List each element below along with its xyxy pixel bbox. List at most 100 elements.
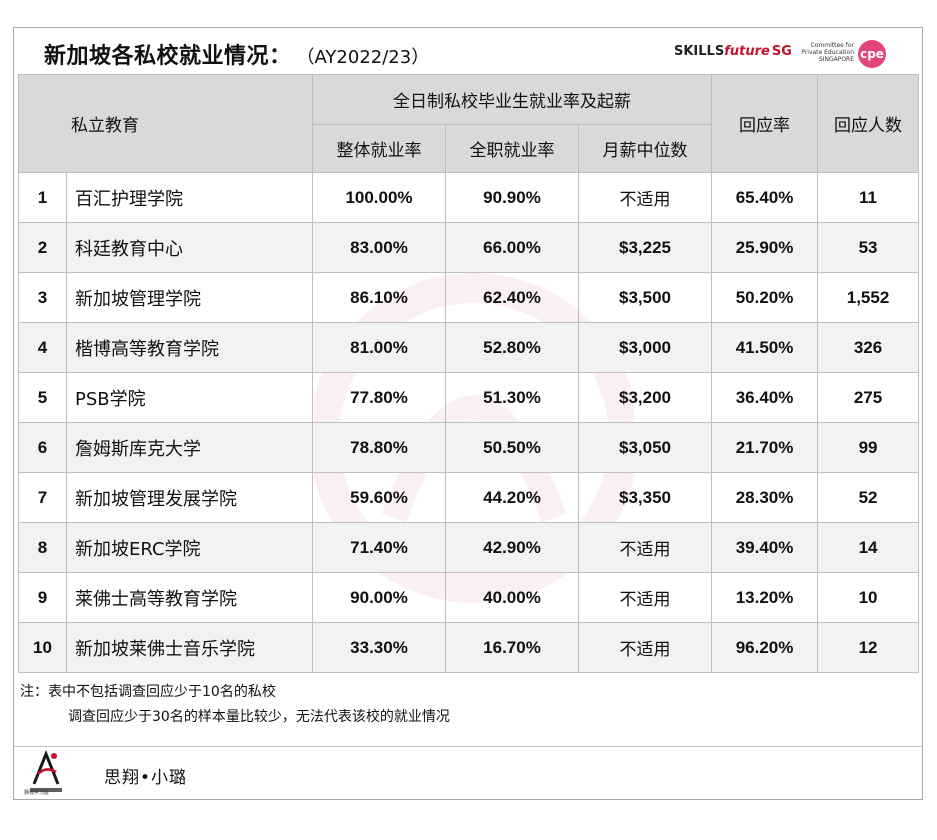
row-fulltime: 51.30% bbox=[445, 372, 579, 423]
row-school: 新加坡管理学院 bbox=[66, 272, 313, 323]
row-salary: $3,350 bbox=[577, 472, 713, 523]
row-school: 百汇护理学院 bbox=[66, 172, 313, 223]
row-rate: 50.20% bbox=[711, 272, 819, 323]
row-school: 詹姆斯库克大学 bbox=[66, 422, 313, 473]
table-row: 10 新加坡莱佛士音乐学院 33.30% 16.70% 不适用 96.20% 1… bbox=[18, 622, 920, 673]
table-row: 9 莱佛士高等教育学院 90.00% 40.00% 不适用 13.20% 10 bbox=[18, 572, 920, 623]
row-rank: 9 bbox=[18, 572, 67, 623]
page-title: 新加坡各私校就业情况： （AY2022/23） bbox=[44, 38, 429, 70]
row-rank: 1 bbox=[18, 172, 67, 223]
row-count: 14 bbox=[817, 522, 920, 573]
row-salary: $3,200 bbox=[577, 372, 713, 423]
row-rank: 7 bbox=[18, 472, 67, 523]
row-salary: 不适用 bbox=[577, 522, 713, 573]
header-response-rate: 回应率 bbox=[711, 74, 819, 173]
row-rank: 6 bbox=[18, 422, 67, 473]
row-salary: $3,225 bbox=[577, 222, 713, 273]
row-overall: 59.60% bbox=[312, 472, 446, 523]
logo-skills-text: SKILLS bbox=[674, 44, 725, 59]
row-count: 12 bbox=[817, 622, 920, 673]
table-row: 1 百汇护理学院 100.00% 90.90% 不适用 65.40% 11 bbox=[18, 172, 920, 223]
row-fulltime: 62.40% bbox=[445, 272, 579, 323]
row-salary: $3,500 bbox=[577, 272, 713, 323]
row-overall: 78.80% bbox=[312, 422, 446, 473]
note-line-1: 注：表中不包括调查回应少于10名的私校 bbox=[20, 684, 276, 700]
table-row: 2 科廷教育中心 83.00% 66.00% $3,225 25.90% 53 bbox=[18, 222, 920, 273]
row-rate: 25.90% bbox=[711, 222, 819, 273]
row-overall: 77.80% bbox=[312, 372, 446, 423]
author: 思翔•小璐 bbox=[104, 768, 188, 788]
row-salary: $3,050 bbox=[577, 422, 713, 473]
row-rate: 28.30% bbox=[711, 472, 819, 523]
row-rate: 41.50% bbox=[711, 322, 819, 373]
row-rate: 39.40% bbox=[711, 522, 819, 573]
row-rank: 2 bbox=[18, 222, 67, 273]
header-school: 私立教育 bbox=[18, 74, 313, 173]
row-overall: 33.30% bbox=[312, 622, 446, 673]
row-school: 楷博高等教育学院 bbox=[66, 322, 313, 373]
row-rank: 4 bbox=[18, 322, 67, 373]
row-salary: 不适用 bbox=[577, 172, 713, 223]
notes: 注：表中不包括调查回应少于10名的私校 调查回应少于30名的样本量比较少，无法代… bbox=[20, 680, 450, 730]
row-rate: 96.20% bbox=[711, 622, 819, 673]
page-subtitle: （AY2022/23） bbox=[305, 47, 430, 68]
row-overall: 83.00% bbox=[312, 222, 446, 273]
header-median-salary: 月薪中位数 bbox=[577, 124, 713, 173]
row-fulltime: 52.80% bbox=[445, 322, 579, 373]
logo-future-text: future bbox=[724, 44, 770, 59]
row-overall: 100.00% bbox=[312, 172, 446, 223]
row-fulltime: 50.50% bbox=[445, 422, 579, 473]
row-school: 科廷教育中心 bbox=[66, 222, 313, 273]
header-respondents: 回应人数 bbox=[817, 74, 920, 173]
table-row: 6 詹姆斯库克大学 78.80% 50.50% $3,050 21.70% 99 bbox=[18, 422, 920, 473]
row-count: 10 bbox=[817, 572, 920, 623]
row-fulltime: 16.70% bbox=[445, 622, 579, 673]
row-fulltime: 40.00% bbox=[445, 572, 579, 623]
row-count: 99 bbox=[817, 422, 920, 473]
footer-logo-caption: 狮城学习屋 bbox=[24, 790, 50, 796]
row-count: 326 bbox=[817, 322, 920, 373]
cpe-logo: Committee for Private Education SINGAPOR… bbox=[794, 40, 904, 70]
row-rank: 3 bbox=[18, 272, 67, 323]
row-salary: 不适用 bbox=[577, 572, 713, 623]
row-count: 275 bbox=[817, 372, 920, 423]
row-fulltime: 44.20% bbox=[445, 472, 579, 523]
row-fulltime: 66.00% bbox=[445, 222, 579, 273]
table-row: 8 新加坡ERC学院 71.40% 42.90% 不适用 39.40% 14 bbox=[18, 522, 920, 573]
row-count: 52 bbox=[817, 472, 920, 523]
row-rank: 5 bbox=[18, 372, 67, 423]
report-card: 新加坡各私校就业情况： （AY2022/23） SKILLSfuture SG Co… bbox=[13, 27, 923, 800]
row-rank: 10 bbox=[18, 622, 67, 673]
row-overall: 71.40% bbox=[312, 522, 446, 573]
table-row: 7 新加坡管理发展学院 59.60% 44.20% $3,350 28.30% … bbox=[18, 472, 920, 523]
row-rate: 21.70% bbox=[711, 422, 819, 473]
logo-sg-text: SG bbox=[771, 44, 792, 59]
row-salary: $3,000 bbox=[577, 322, 713, 373]
cpe-logo-mark: cpe bbox=[858, 40, 886, 68]
header-fulltime-rate: 全职就业率 bbox=[445, 124, 579, 173]
table-row: 4 楷博高等教育学院 81.00% 52.80% $3,000 41.50% 3… bbox=[18, 322, 920, 373]
table-row: 5 PSB学院 77.80% 51.30% $3,200 36.40% 275 bbox=[18, 372, 920, 423]
cpe-logo-text: Committee for Private Education SINGAPOR… bbox=[801, 42, 854, 63]
row-rate: 36.40% bbox=[711, 372, 819, 423]
header-group: 全日制私校毕业生就业率及起薪 bbox=[311, 74, 713, 125]
header-overall-rate: 整体就业率 bbox=[312, 124, 446, 173]
row-school: 新加坡管理发展学院 bbox=[66, 472, 313, 523]
skillsfuture-logo: SKILLSfuture SG bbox=[674, 44, 792, 59]
row-overall: 90.00% bbox=[312, 572, 446, 623]
row-school: 新加坡ERC学院 bbox=[66, 522, 313, 573]
employment-table: 私立教育 全日制私校毕业生就业率及起薪 回应率 回应人数 整体就业率 全职就业率… bbox=[18, 74, 920, 673]
header: 新加坡各私校就业情况： （AY2022/23） SKILLSfuture SG Co… bbox=[14, 28, 922, 74]
row-rate: 65.40% bbox=[711, 172, 819, 223]
row-school: 莱佛士高等教育学院 bbox=[66, 572, 313, 623]
row-count: 53 bbox=[817, 222, 920, 273]
row-fulltime: 42.90% bbox=[445, 522, 579, 573]
note-line-2: 调查回应少于30名的样本量比较少，无法代表该校的就业情况 bbox=[68, 709, 450, 725]
lion-city-logo-icon bbox=[30, 749, 62, 792]
footer-divider bbox=[14, 746, 922, 747]
row-salary: 不适用 bbox=[577, 622, 713, 673]
row-fulltime: 90.90% bbox=[445, 172, 579, 223]
row-school: PSB学院 bbox=[66, 372, 313, 423]
row-overall: 86.10% bbox=[312, 272, 446, 323]
table-row: 3 新加坡管理学院 86.10% 62.40% $3,500 50.20% 1,… bbox=[18, 272, 920, 323]
